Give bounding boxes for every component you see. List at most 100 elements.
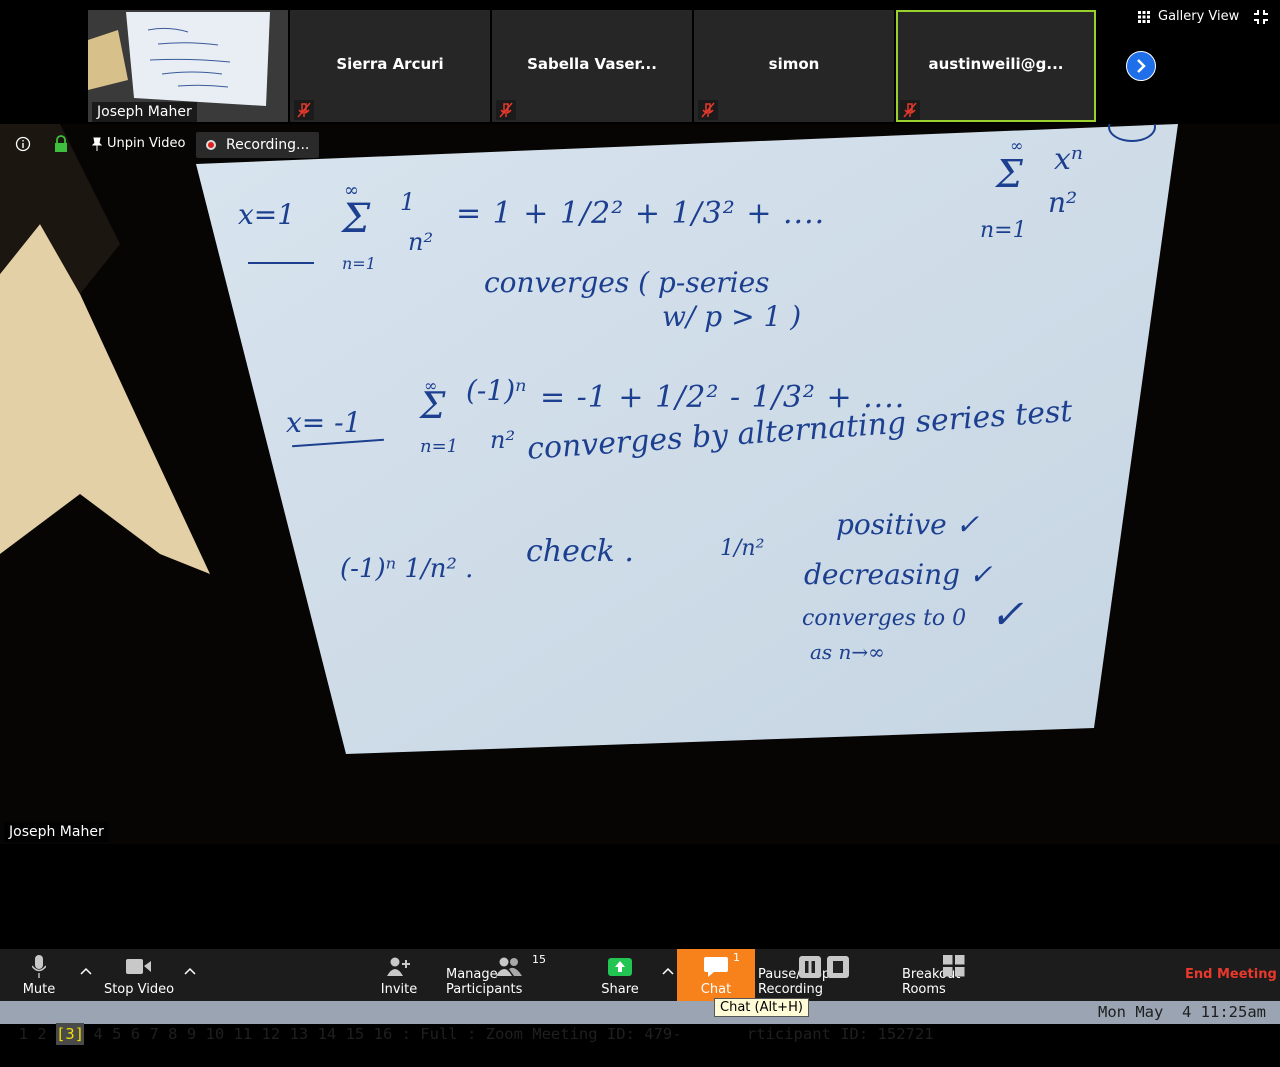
check-mark: ✓ <box>990 592 1024 638</box>
share-options-caret-icon[interactable] <box>662 965 674 977</box>
muted-mic-icon <box>900 100 920 120</box>
check-term: (-1)ⁿ 1/n² . <box>340 554 474 584</box>
workspace-12[interactable]: 12 <box>262 1023 281 1045</box>
underline <box>248 262 314 264</box>
participants-count-badge: 15 <box>532 953 546 966</box>
meeting-toolbar: Mute Stop Video Invite 15 Manage Partici… <box>0 949 1280 1001</box>
check-item: decreasing ✓ <box>804 558 993 591</box>
workspace-15[interactable]: 15 <box>346 1023 365 1045</box>
workspace-11[interactable]: 11 <box>234 1023 253 1045</box>
participant-name: Sabella Vaser... <box>527 55 657 73</box>
microphone-icon <box>32 955 46 978</box>
muted-mic-icon <box>496 100 516 120</box>
participant-name: Sierra Arcuri <box>336 55 444 73</box>
record-dot-icon <box>206 140 216 150</box>
corner-denominator: n² <box>1048 186 1078 219</box>
participant-name: simon <box>768 55 820 73</box>
invite-button[interactable]: Invite <box>374 949 424 1001</box>
case-x-equals-1: x=1 <box>238 198 296 231</box>
workspace-8[interactable]: 8 <box>168 1023 177 1045</box>
breakout-rooms-button[interactable]: Breakout Rooms <box>902 949 1006 1001</box>
stop-video-button[interactable]: Stop Video <box>102 949 176 1001</box>
sigma-symbol: Σ <box>996 152 1023 196</box>
chat-unread-badge: 1 <box>733 951 740 964</box>
info-icon[interactable] <box>15 136 31 152</box>
breakout-rooms-icon <box>943 955 965 977</box>
workspace-13[interactable]: 13 <box>290 1023 309 1045</box>
sigma-symbol: Σ <box>342 196 371 242</box>
end-meeting-button[interactable]: End Meeting <box>1185 967 1277 982</box>
check-item: converges to 0 <box>802 606 967 631</box>
workspace-10[interactable]: 10 <box>206 1023 225 1045</box>
corner-sum-lower: n=1 <box>980 218 1027 243</box>
video-options-caret-icon[interactable] <box>184 965 196 977</box>
unpin-video-label: Unpin Video <box>107 136 186 151</box>
self-name-label: Joseph Maher <box>92 102 197 122</box>
term-numerator: 1 <box>400 188 416 216</box>
pin-icon <box>92 137 102 151</box>
workspace-6[interactable]: 6 <box>131 1023 140 1045</box>
chevron-right-icon <box>1137 59 1146 73</box>
workspace-9[interactable]: 9 <box>187 1023 196 1045</box>
pause-stop-icon <box>799 956 849 978</box>
self-video-thumbnail[interactable]: Joseph Maher <box>88 10 288 122</box>
chat-bubble-icon <box>704 957 728 977</box>
term-numerator: (-1)ⁿ <box>466 374 527 407</box>
participant-name: austinweili@g... <box>928 55 1064 73</box>
share-label: Share <box>601 982 639 997</box>
workspace-16[interactable]: 16 <box>374 1023 393 1045</box>
term-denominator: n² <box>408 228 434 256</box>
grid-icon <box>1138 10 1150 23</box>
share-screen-icon <box>608 958 632 976</box>
term-denominator: n² <box>490 426 516 454</box>
check-item: as n→∞ <box>810 640 885 664</box>
clock: Mon May 4 11:25am <box>1098 1003 1266 1021</box>
sum-lower: n=1 <box>342 254 376 273</box>
participant-tile[interactable]: simon <box>694 10 894 122</box>
check-item: positive ✓ <box>836 508 980 541</box>
chat-tooltip: Chat (Alt+H) <box>714 998 809 1017</box>
workspace-14[interactable]: 14 <box>318 1023 337 1045</box>
participant-tile[interactable]: Sierra Arcuri <box>290 10 490 122</box>
case-x-equals-minus-1: x= -1 <box>286 406 362 439</box>
invite-label: Invite <box>380 982 418 997</box>
share-button[interactable]: Share <box>598 949 642 1001</box>
participant-tile-active-speaker[interactable]: austinweili@g... <box>896 10 1096 122</box>
exit-fullscreen-icon[interactable] <box>1254 9 1268 28</box>
gallery-view-button[interactable]: Gallery View <box>1138 9 1239 24</box>
pseries-note-2: w/ p > 1 ) <box>662 300 802 333</box>
muted-mic-icon <box>294 100 314 120</box>
manage-participants-button[interactable]: 15 Manage Participants <box>446 949 572 1001</box>
add-user-icon <box>387 957 410 976</box>
workspace-1[interactable]: 1 <box>19 1023 28 1045</box>
pseries-note-1: converges ( p-series <box>484 266 770 299</box>
audio-options-caret-icon[interactable] <box>80 965 92 977</box>
workspace-5[interactable]: 5 <box>112 1023 121 1045</box>
workspace-3[interactable]: [3] <box>56 1023 85 1045</box>
mute-button[interactable]: Mute <box>10 949 68 1001</box>
video-camera-icon <box>126 959 151 974</box>
participant-tile[interactable]: Sabella Vaser... <box>492 10 692 122</box>
underline <box>292 438 384 448</box>
workspace-7[interactable]: 7 <box>149 1023 158 1045</box>
main-video[interactable]: x=1 ∞ Σ n=1 1 n² = 1 + 1/2² + 1/3² + ...… <box>0 124 1280 844</box>
participants-icon <box>496 957 522 976</box>
recording-indicator[interactable]: Recording... <box>196 132 320 158</box>
next-page-button[interactable] <box>1126 51 1156 81</box>
gallery-view-label: Gallery View <box>1158 9 1240 24</box>
unpin-video-button[interactable]: Unpin Video <box>92 136 185 151</box>
whiteboard-content: x=1 ∞ Σ n=1 1 n² = 1 + 1/2² + 1/3² + ...… <box>0 124 1280 844</box>
workspace-list: 1 2 [3] 4 5 6 7 8 9 10 11 12 13 14 15 16 <box>19 1023 402 1045</box>
workspace-4[interactable]: 4 <box>93 1023 102 1045</box>
expansion-line: = 1 + 1/2² + 1/3² + .... <box>456 196 826 231</box>
mute-label: Mute <box>22 982 56 997</box>
corner-numerator: xⁿ <box>1054 142 1084 177</box>
recording-label: Recording... <box>226 137 310 153</box>
chat-label: Chat <box>700 982 732 997</box>
workspace-2[interactable]: 2 <box>37 1023 46 1045</box>
lock-icon[interactable] <box>54 135 68 153</box>
check-fraction: 1/n² <box>720 536 765 561</box>
check-label: check . <box>526 534 634 569</box>
pause-stop-recording-button[interactable]: Pause/Stop Recording <box>758 949 892 1001</box>
chat-button[interactable]: 1 Chat <box>677 949 755 1001</box>
